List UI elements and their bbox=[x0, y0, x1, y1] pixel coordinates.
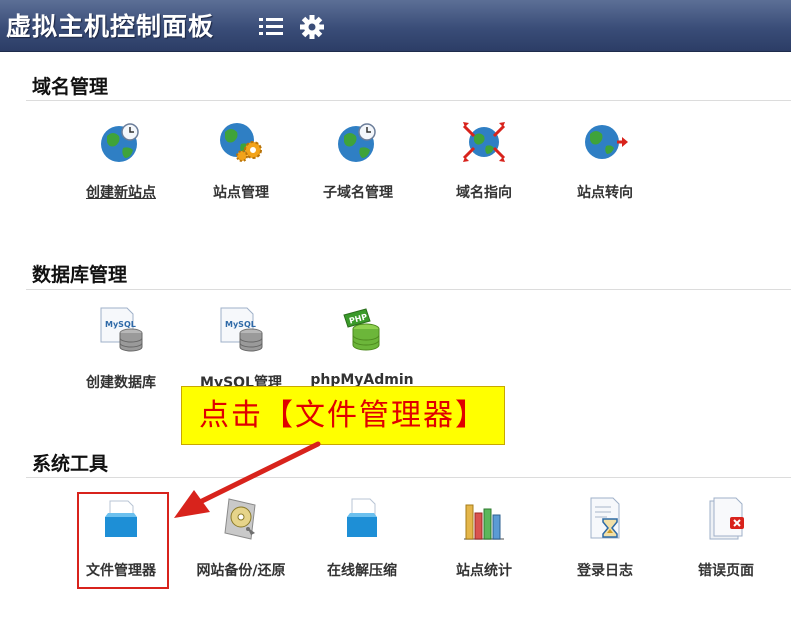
section-divider bbox=[26, 100, 791, 101]
section-divider bbox=[26, 289, 791, 290]
globe-redirect-icon bbox=[585, 125, 628, 159]
create-site-label[interactable]: 创建新站点 bbox=[66, 182, 176, 202]
create-database-label[interactable]: 创建数据库 bbox=[66, 372, 176, 392]
subdomain-management-item[interactable]: 子域名管理 bbox=[303, 118, 413, 218]
file-manager-highlight bbox=[77, 492, 169, 589]
site-statistics-item[interactable]: 站点统计 bbox=[429, 495, 539, 595]
section-title-tools: 系统工具 bbox=[32, 453, 109, 475]
site-redirect-item[interactable]: 站点转向 bbox=[550, 118, 660, 218]
site-redirect-label[interactable]: 站点转向 bbox=[550, 182, 660, 202]
create-database-item[interactable]: MySQL 创建数据库 bbox=[66, 305, 176, 405]
site-management-label[interactable]: 站点管理 bbox=[186, 182, 296, 202]
login-log-item[interactable]: 登录日志 bbox=[550, 495, 660, 595]
app-title: 虚拟主机控制面板 bbox=[6, 12, 215, 41]
site-management-item[interactable]: 站点管理 bbox=[186, 118, 296, 218]
section-title-database: 数据库管理 bbox=[32, 264, 128, 286]
instruction-callout: 点击【文件管理器】 bbox=[181, 386, 505, 445]
hourglass-log-icon bbox=[590, 497, 620, 539]
pointer-arrow bbox=[174, 441, 321, 518]
error-page-label[interactable]: 错误页面 bbox=[671, 560, 781, 580]
globe-gears-icon bbox=[220, 123, 262, 162]
svg-text:MySQL: MySQL bbox=[105, 320, 136, 329]
svg-text:MySQL: MySQL bbox=[225, 320, 256, 329]
error-page-icon bbox=[709, 497, 744, 540]
domain-pointing-label[interactable]: 域名指向 bbox=[429, 182, 539, 202]
online-unzip-label[interactable]: 在线解压缩 bbox=[307, 560, 417, 580]
login-log-label[interactable]: 登录日志 bbox=[550, 560, 660, 580]
site-backup-restore-label[interactable]: 网站备份/还原 bbox=[186, 560, 296, 580]
mysql-database-icon: MySQL bbox=[100, 307, 143, 352]
globe-arrows-icon bbox=[462, 122, 506, 162]
error-page-item[interactable]: 错误页面 bbox=[671, 495, 781, 595]
domain-pointing-item[interactable]: 域名指向 bbox=[429, 118, 539, 218]
archive-folder-icon bbox=[347, 498, 377, 537]
create-site-item[interactable]: 创建新站点 bbox=[66, 118, 176, 218]
mysql-database-icon: MySQL bbox=[220, 307, 263, 352]
menu-icon[interactable] bbox=[258, 14, 284, 40]
site-statistics-label[interactable]: 站点统计 bbox=[429, 560, 539, 580]
top-bar: 虚拟主机控制面板 bbox=[0, 0, 791, 52]
gear-icon[interactable] bbox=[298, 13, 326, 41]
globe-clock-icon bbox=[101, 123, 139, 162]
bar-chart-icon bbox=[464, 504, 504, 540]
subdomain-management-label[interactable]: 子域名管理 bbox=[303, 182, 413, 202]
section-divider bbox=[26, 477, 791, 478]
globe-clock-icon bbox=[338, 123, 376, 162]
section-title-domain: 域名管理 bbox=[32, 76, 109, 98]
php-database-icon: PHP bbox=[343, 308, 380, 351]
